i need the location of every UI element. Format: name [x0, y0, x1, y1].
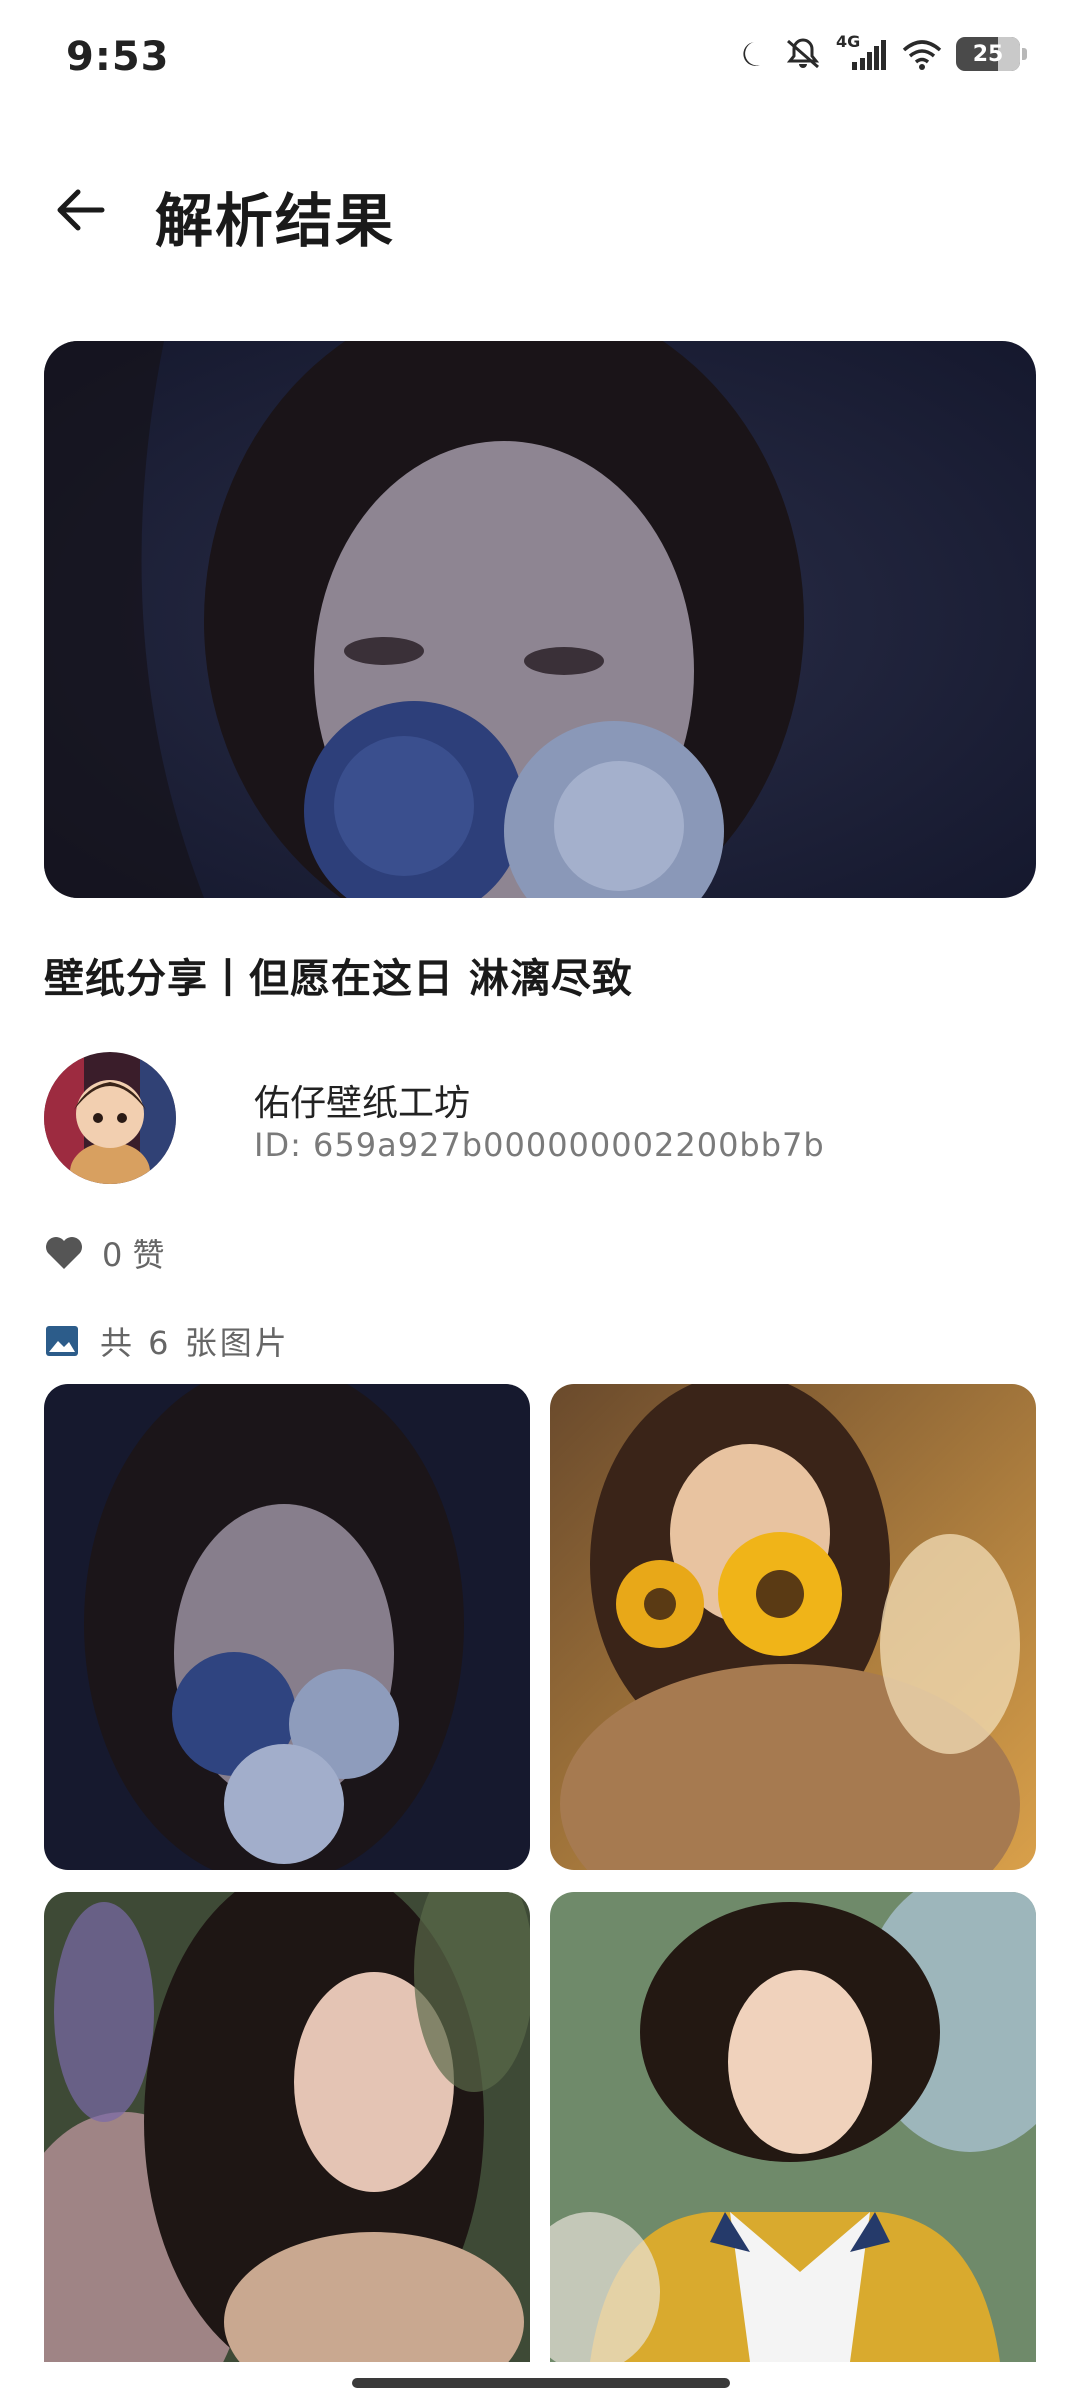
avatar[interactable]: [44, 1052, 176, 1184]
post-title: 壁纸分享丨但愿在这日 淋漓尽致: [44, 956, 633, 1002]
image-thumbnail[interactable]: [550, 1384, 1036, 1870]
status-time: 9:53: [66, 34, 170, 80]
likes-row: 0 赞: [44, 1228, 165, 1278]
wifi-icon: [902, 40, 942, 70]
image-thumbnail[interactable]: [44, 1892, 530, 2362]
image-thumbnail[interactable]: [550, 1892, 1036, 2362]
status-icons: 4G 25: [740, 32, 1027, 72]
app-bar: 解析结果: [0, 150, 1080, 270]
image-thumbnail[interactable]: [44, 1384, 530, 1870]
home-indicator[interactable]: [352, 2378, 730, 2388]
battery-level: 25: [972, 41, 1004, 67]
status-bar: 9:53 4G 25: [0, 0, 1080, 120]
heart-icon: [46, 1237, 82, 1269]
network-type: 4G: [836, 32, 861, 51]
author-name: 佑仔壁纸工坊: [254, 1083, 471, 1124]
mute-icon: [786, 38, 820, 69]
battery-icon: 25: [956, 37, 1027, 71]
image-count-row: 共 6 张图片: [44, 1316, 290, 1366]
likes-count: 0 赞: [102, 1236, 165, 1274]
arrow-left-icon: [57, 189, 105, 231]
back-button[interactable]: [40, 170, 120, 250]
page-title: 解析结果: [155, 187, 396, 255]
author-row[interactable]: 佑仔壁纸工坊 ID: 659a927b000000002200bb7b: [44, 1052, 1036, 1186]
signal-icon: 4G: [836, 32, 888, 72]
author-id: ID: 659a927b000000002200bb7b: [254, 1126, 825, 1164]
hero-image[interactable]: [44, 341, 1036, 898]
image-icon: [46, 1326, 78, 1356]
image-count: 共 6 张图片: [100, 1324, 290, 1362]
moon-icon: [743, 42, 760, 66]
